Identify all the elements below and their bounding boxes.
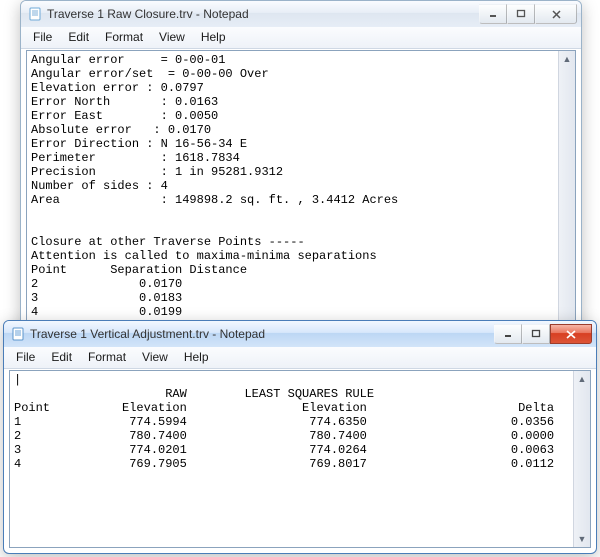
- line: Point Separation Distance: [31, 263, 247, 277]
- menubar: File Edit Format View Help: [4, 347, 596, 369]
- line: Point Elevation Elevation Delta: [14, 401, 554, 415]
- line: 4 0.0199: [31, 305, 182, 319]
- line: Error North : 0.0163: [31, 95, 218, 109]
- menu-file[interactable]: File: [8, 349, 43, 365]
- menubar: File Edit Format View Help: [21, 27, 581, 49]
- notepad-window-raw-closure: Traverse 1 Raw Closure.trv - Notepad Fil…: [20, 0, 582, 352]
- menu-view[interactable]: View: [134, 349, 176, 365]
- text-caret: |: [14, 373, 21, 387]
- minimize-button[interactable]: [479, 4, 507, 24]
- line: Angular error/set = 0-00-00 Over: [31, 67, 269, 81]
- menu-edit[interactable]: Edit: [60, 29, 97, 45]
- line: Precision : 1 in 95281.9312: [31, 165, 283, 179]
- menu-format[interactable]: Format: [80, 349, 134, 365]
- text-area[interactable]: Angular error = 0-00-01 Angular error/se…: [27, 51, 575, 346]
- maximize-button[interactable]: [522, 324, 550, 344]
- menu-help[interactable]: Help: [176, 349, 217, 365]
- minimize-button[interactable]: [494, 324, 522, 344]
- window-title: Traverse 1 Vertical Adjustment.trv - Not…: [30, 327, 265, 341]
- line: Closure at other Traverse Points -----: [31, 235, 305, 249]
- line: Error East : 0.0050: [31, 109, 218, 123]
- line: Error Direction : N 16-56-34 E: [31, 137, 247, 151]
- notepad-icon: [27, 6, 43, 22]
- line: Number of sides : 4: [31, 179, 168, 193]
- vertical-scrollbar[interactable]: ▲ ▼: [558, 51, 575, 345]
- maximize-button[interactable]: [507, 4, 535, 24]
- menu-view[interactable]: View: [151, 29, 193, 45]
- scroll-up-icon[interactable]: ▲: [574, 371, 590, 387]
- line: Area : 149898.2 sq. ft. , 3.4412 Acres: [31, 193, 398, 207]
- window-controls: [479, 4, 577, 24]
- titlebar[interactable]: Traverse 1 Raw Closure.trv - Notepad: [21, 1, 581, 27]
- line: 4 769.7905 769.8017 0.0112: [14, 457, 554, 471]
- scroll-down-icon[interactable]: ▼: [574, 531, 590, 547]
- line: Absolute error : 0.0170: [31, 123, 211, 137]
- close-button[interactable]: [550, 324, 592, 344]
- menu-format[interactable]: Format: [97, 29, 151, 45]
- notepad-icon: [10, 326, 26, 342]
- line: 1 774.5994 774.6350 0.0356: [14, 415, 554, 429]
- menu-file[interactable]: File: [25, 29, 60, 45]
- notepad-window-vertical-adjustment: Traverse 1 Vertical Adjustment.trv - Not…: [3, 320, 597, 554]
- text-area-container: Angular error = 0-00-01 Angular error/se…: [26, 50, 576, 346]
- menu-edit[interactable]: Edit: [43, 349, 80, 365]
- menu-help[interactable]: Help: [193, 29, 234, 45]
- line: 3 774.0201 774.0264 0.0063: [14, 443, 554, 457]
- window-controls: [494, 324, 592, 344]
- line: Angular error = 0-00-01: [31, 53, 225, 67]
- line: 2 780.7400 780.7400 0.0000: [14, 429, 554, 443]
- line: 3 0.0183: [31, 291, 182, 305]
- line: RAW LEAST SQUARES RULE: [14, 387, 374, 401]
- text-area[interactable]: | RAW LEAST SQUARES RULE Point Elevation…: [10, 371, 590, 473]
- window-title: Traverse 1 Raw Closure.trv - Notepad: [47, 7, 249, 21]
- scroll-up-icon[interactable]: ▲: [559, 51, 575, 67]
- line: Perimeter : 1618.7834: [31, 151, 240, 165]
- text-area-container: | RAW LEAST SQUARES RULE Point Elevation…: [9, 370, 591, 548]
- line: Elevation error : 0.0797: [31, 81, 204, 95]
- vertical-scrollbar[interactable]: ▲ ▼: [573, 371, 590, 547]
- close-button[interactable]: [535, 4, 577, 24]
- line: Attention is called to maxima-minima sep…: [31, 249, 377, 263]
- titlebar[interactable]: Traverse 1 Vertical Adjustment.trv - Not…: [4, 321, 596, 347]
- line: 2 0.0170: [31, 277, 182, 291]
